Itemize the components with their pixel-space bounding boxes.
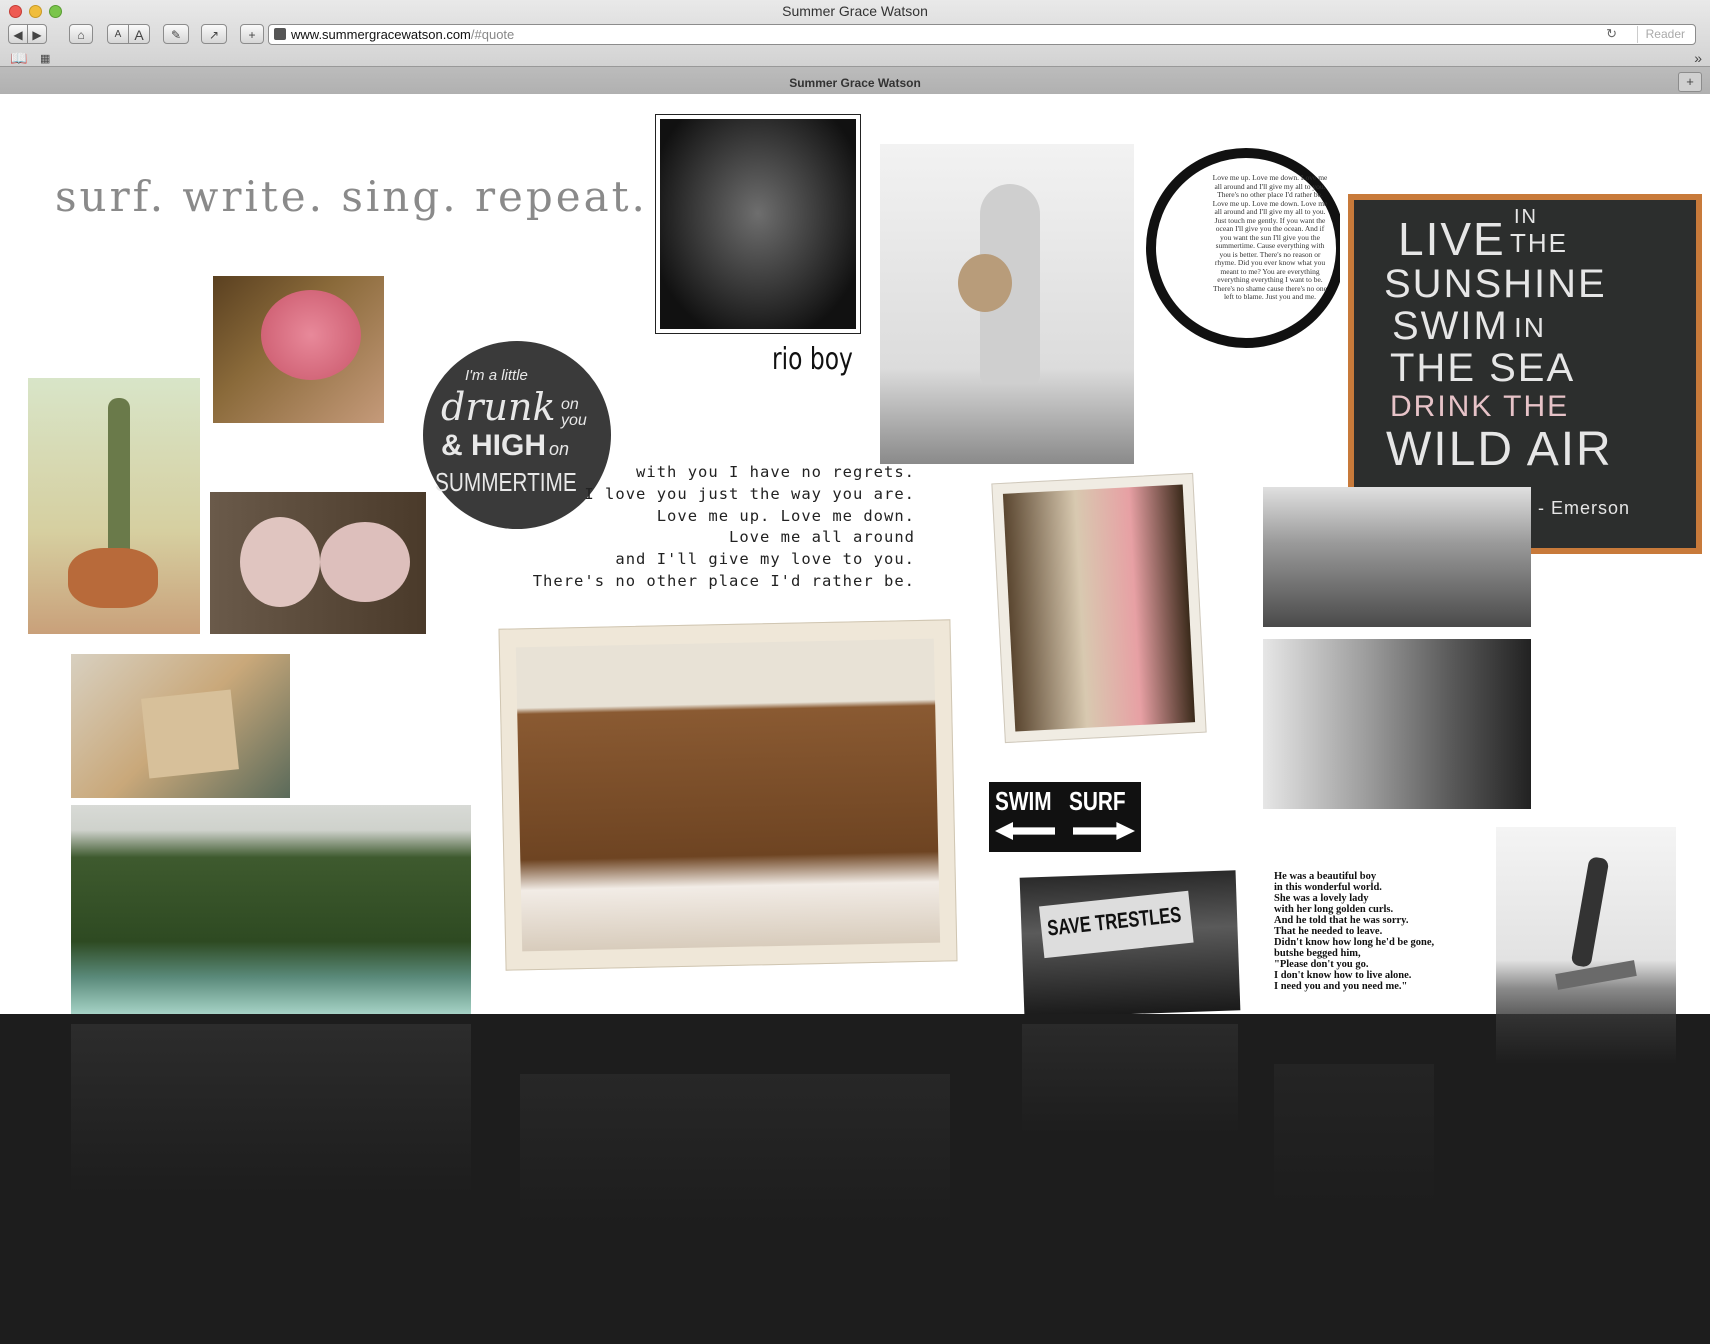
cabin-surfboards-photo[interactable] xyxy=(498,619,958,971)
boy-poem-line: She was a lovely lady xyxy=(1274,893,1369,904)
drunk-line-5: on xyxy=(549,439,570,459)
address-bar[interactable]: www.summergracewatson.com/#quote ↻ Reade… xyxy=(268,24,1696,45)
poem-line: and I'll give my love to you. xyxy=(615,550,915,569)
top-sites-grid-icon[interactable]: ▦ xyxy=(40,52,51,65)
save-trestles-photo[interactable]: SAVE TRESTLES xyxy=(1019,870,1241,1014)
text-smaller-button[interactable]: A xyxy=(107,24,129,44)
reflection-jungle xyxy=(71,1024,471,1194)
tagline: surf. write. sing. repeat. xyxy=(55,172,648,221)
dog-caption: rio boy xyxy=(772,342,853,377)
notes-table-photo[interactable] xyxy=(71,654,290,798)
boy-poem-line: with her long golden curls. xyxy=(1274,904,1394,915)
chalk-line-2: SUNSHINE xyxy=(1384,262,1607,306)
text-larger-button[interactable]: A xyxy=(128,24,150,44)
sign-swim-text: SWIM xyxy=(995,786,1052,816)
bookmarks-book-icon[interactable]: 📖 xyxy=(10,50,27,67)
sign-surf-text: SURF xyxy=(1069,786,1126,816)
poem-line: Love me up. Love me down. xyxy=(656,506,915,525)
doorway-photo[interactable] xyxy=(991,472,1207,744)
chalk-attribution: - Emerson xyxy=(1538,498,1631,518)
collage-page: surf. write. sing. repeat. rio boy Love … xyxy=(0,94,1710,1014)
poem-line: Love me all around xyxy=(729,528,915,547)
swim-surf-sign: SWIM SURF xyxy=(989,782,1141,858)
drunk-line-4: & HIGH xyxy=(441,429,546,462)
back-button[interactable]: ◀ xyxy=(8,24,28,44)
tab-active[interactable]: Summer Grace Watson xyxy=(0,76,1710,90)
chalk-line-3b: IN xyxy=(1514,312,1546,343)
add-bookmark-button[interactable]: + xyxy=(240,24,264,44)
reflection-poem xyxy=(1274,1064,1434,1204)
boy-poem-line: I don't know how to live alone. xyxy=(1274,970,1412,981)
home-button[interactable]: ⌂ xyxy=(69,24,93,44)
drunk-line-2: drunk xyxy=(441,385,556,429)
chalk-line-1: LIVE xyxy=(1398,213,1506,265)
reflection-cabin xyxy=(520,1074,950,1224)
forward-button[interactable]: ▶ xyxy=(27,24,47,44)
boy-poem-line: That he needed to leave. xyxy=(1274,926,1383,937)
shells-photo[interactable] xyxy=(210,492,426,634)
drunk-line-3: on you xyxy=(561,396,587,429)
url-path: /#quote xyxy=(470,27,515,42)
boy-poem-line: butshe begged him, xyxy=(1274,948,1361,959)
reload-icon[interactable]: ↻ xyxy=(1606,26,1617,42)
jungle-coast-photo[interactable] xyxy=(71,805,471,1014)
left-arrow-icon xyxy=(995,822,1055,840)
site-favicon-icon xyxy=(274,28,286,40)
boy-poem-line: Didn't know how long he'd be gone, xyxy=(1274,937,1435,948)
edit-button[interactable]: ✎ xyxy=(163,24,189,44)
boy-poem-line: And he told that he was sorry. xyxy=(1274,915,1409,926)
girl-guitar-photo[interactable] xyxy=(880,144,1134,464)
chalk-line-1b: IN xyxy=(1514,206,1538,228)
center-poem: with you I have no regrets. I love you j… xyxy=(533,462,915,593)
boy-poem-line: in this wonderful world. xyxy=(1274,882,1382,893)
boy-poem-line: "Please don't you go. xyxy=(1274,959,1369,970)
chalk-line-3: SWIM xyxy=(1392,304,1509,348)
boy-poem-line: He was a beautiful boy xyxy=(1274,871,1377,882)
window-title: Summer Grace Watson xyxy=(782,3,928,19)
url-text[interactable]: www.summergracewatson.com/#quote xyxy=(291,27,514,42)
poem-line: I love you just the way you are. xyxy=(584,484,915,503)
reader-button[interactable]: Reader xyxy=(1636,26,1693,43)
chalk-line-4: THE SEA xyxy=(1390,346,1576,390)
surfer-ocean-photo[interactable] xyxy=(1263,487,1531,627)
right-arrow-icon xyxy=(1073,822,1135,840)
drunk-line-1: I'm a little xyxy=(465,367,528,384)
bookmarks-overflow-button[interactable]: » xyxy=(1694,50,1702,66)
save-trestles-text: SAVE TRESTLES xyxy=(1046,901,1183,941)
tab-bar: Summer Grace Watson + xyxy=(0,66,1710,95)
share-button[interactable]: ↗ xyxy=(201,24,227,44)
chalk-line-5: DRINK THE xyxy=(1390,390,1570,423)
new-tab-button[interactable]: + xyxy=(1678,72,1702,92)
boy-poem-line: I need you and you need me." xyxy=(1274,981,1408,992)
chalk-line-6: WILD AIR xyxy=(1386,423,1613,476)
poem-line: with you I have no regrets. xyxy=(636,463,915,481)
boy-poem: He was a beautiful boy in this wonderful… xyxy=(1274,871,1434,992)
url-domain: www.summergracewatson.com xyxy=(291,27,471,42)
browser-chrome: Summer Grace Watson ◀ ▶ ⌂ A A ✎ ↗ + www.… xyxy=(0,0,1710,95)
chalk-line-1c: THE xyxy=(1510,228,1568,258)
circle-poem-text: Love me up. Love me down. Love me all ar… xyxy=(1212,173,1328,301)
reflection-trestles xyxy=(1022,1024,1238,1134)
reflection-area xyxy=(0,1014,1710,1344)
friends-photo[interactable] xyxy=(1263,639,1531,809)
flower-photo[interactable] xyxy=(213,276,384,423)
cactus-photo[interactable] xyxy=(28,378,200,634)
poem-line: There's no other place I'd rather be. xyxy=(532,571,915,590)
acrobat-log-photo[interactable] xyxy=(1496,827,1676,1014)
dog-photo[interactable] xyxy=(655,114,861,334)
reflection-acrobat xyxy=(1496,1014,1676,1064)
